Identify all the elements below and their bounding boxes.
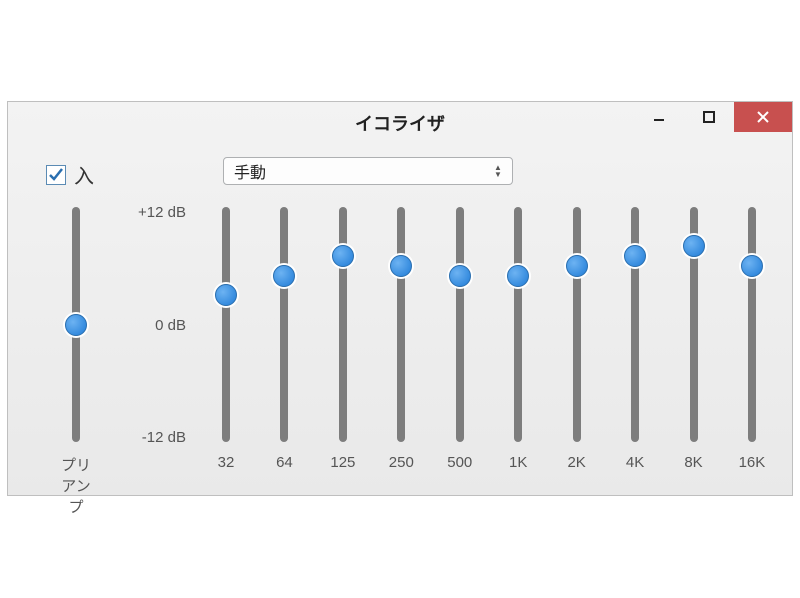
- eq-slider-16K[interactable]: [748, 207, 756, 442]
- maximize-icon: [703, 111, 715, 123]
- title-bar: イコライザ: [8, 102, 792, 142]
- eq-band-label: 250: [381, 454, 421, 471]
- eq-slider-8K[interactable]: [690, 207, 698, 442]
- eq-slider-thumb-250[interactable]: [390, 255, 412, 277]
- checkbox-box: [46, 165, 66, 185]
- eq-slider-thumb-32[interactable]: [215, 284, 237, 306]
- close-icon: [756, 110, 770, 124]
- eq-slider-thumb-2K[interactable]: [566, 255, 588, 277]
- preset-select[interactable]: 手動 ▲▼: [223, 157, 513, 185]
- enable-label: 入: [74, 160, 94, 189]
- db-label-top: +12 dB: [138, 204, 186, 221]
- check-icon: [48, 167, 64, 183]
- eq-band-32: 32: [206, 207, 246, 471]
- db-label-mid: 0 dB: [155, 317, 186, 334]
- eq-band-125: 125: [323, 207, 363, 471]
- eq-bands: 32 64 125 250 500 1K 2K 4K 8K 16K: [206, 207, 772, 471]
- eq-band-label: 64: [264, 454, 304, 471]
- minimize-button[interactable]: [634, 102, 684, 132]
- preamp-slider[interactable]: [72, 207, 80, 442]
- eq-band-label: 32: [206, 454, 246, 471]
- eq-slider-thumb-4K[interactable]: [624, 245, 646, 267]
- eq-slider-125[interactable]: [339, 207, 347, 442]
- eq-band-label: 125: [323, 454, 363, 471]
- eq-slider-2K[interactable]: [573, 207, 581, 442]
- eq-band-1K: 1K: [498, 207, 538, 471]
- preamp-slider-thumb[interactable]: [65, 314, 87, 336]
- eq-band-label: 8K: [674, 454, 714, 471]
- select-caret-icon: ▲▼: [490, 162, 506, 180]
- minimize-icon: [653, 111, 665, 123]
- controls-row: 入 手動 ▲▼: [38, 157, 762, 191]
- eq-band-4K: 4K: [615, 207, 655, 471]
- window-buttons: [634, 102, 792, 132]
- preset-selected-label: 手動: [234, 159, 266, 183]
- eq-slider-500[interactable]: [456, 207, 464, 442]
- equalizer-window: イコライザ 入 手動 ▲▼ +12: [7, 101, 793, 496]
- db-label-bot: -12 dB: [142, 429, 186, 446]
- preamp-column: プリアンプ: [56, 207, 96, 517]
- eq-band-label: 16K: [732, 454, 772, 471]
- eq-band-label: 500: [440, 454, 480, 471]
- eq-slider-32[interactable]: [222, 207, 230, 442]
- maximize-button[interactable]: [684, 102, 734, 132]
- eq-band-500: 500: [440, 207, 480, 471]
- eq-slider-4K[interactable]: [631, 207, 639, 442]
- db-scale-labels: +12 dB 0 dB -12 dB: [116, 207, 186, 442]
- eq-band-64: 64: [264, 207, 304, 471]
- close-button[interactable]: [734, 102, 792, 132]
- eq-slider-thumb-64[interactable]: [273, 265, 295, 287]
- eq-slider-thumb-1K[interactable]: [507, 265, 529, 287]
- eq-band-label: 4K: [615, 454, 655, 471]
- eq-slider-thumb-16K[interactable]: [741, 255, 763, 277]
- eq-slider-64[interactable]: [280, 207, 288, 442]
- eq-band-label: 1K: [498, 454, 538, 471]
- eq-slider-250[interactable]: [397, 207, 405, 442]
- eq-slider-thumb-8K[interactable]: [683, 235, 705, 257]
- eq-band-16K: 16K: [732, 207, 772, 471]
- eq-slider-thumb-500[interactable]: [449, 265, 471, 287]
- preamp-label: プリアンプ: [56, 454, 96, 517]
- sliders-area: +12 dB 0 dB -12 dB プリアンプ 32641252505001K…: [38, 207, 772, 477]
- eq-band-250: 250: [381, 207, 421, 471]
- eq-slider-1K[interactable]: [514, 207, 522, 442]
- enable-checkbox[interactable]: 入: [46, 160, 94, 189]
- eq-band-label: 2K: [557, 454, 597, 471]
- eq-band-8K: 8K: [674, 207, 714, 471]
- eq-band-2K: 2K: [557, 207, 597, 471]
- eq-slider-thumb-125[interactable]: [332, 245, 354, 267]
